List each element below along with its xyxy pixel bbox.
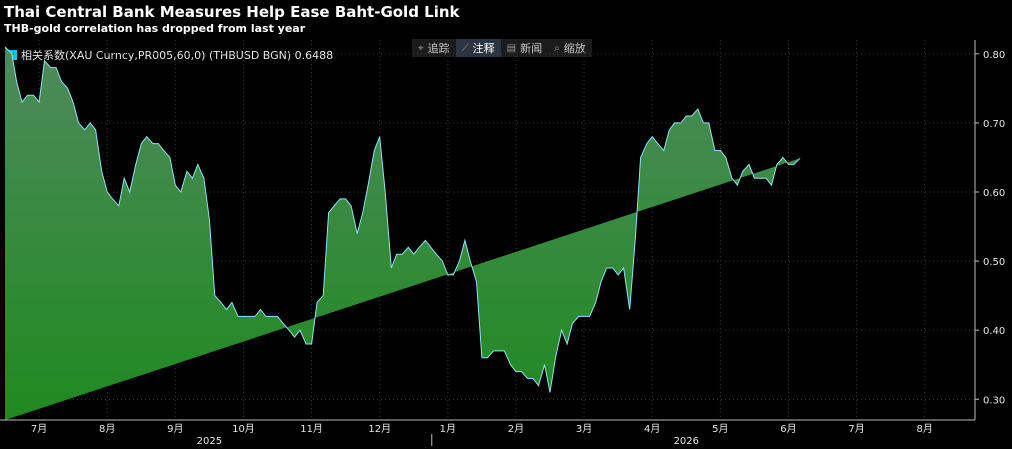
x-tick-label: 1月: [440, 423, 456, 435]
x-tick-label: 10月: [232, 423, 255, 435]
x-tick-label: 7月: [848, 423, 864, 435]
x-tick-label: 9月: [167, 423, 183, 435]
correlation-area-fill: [5, 46, 801, 421]
x-tick-label: 6月: [780, 423, 796, 435]
x-year-label: 2025: [197, 436, 222, 447]
y-tick-label: 0.70: [983, 119, 1005, 130]
x-tick-label: 2月: [508, 423, 524, 435]
y-tick-label: 0.80: [983, 50, 1005, 61]
x-year-label: 2026: [674, 436, 699, 447]
x-tick-label: 7月: [31, 423, 47, 435]
x-tick-label: 3月: [576, 423, 592, 435]
x-tick-label: 5月: [712, 423, 728, 435]
y-tick-label: 0.40: [983, 326, 1005, 337]
y-tick-label: 0.60: [983, 188, 1005, 199]
x-tick-label: 8月: [99, 423, 115, 435]
correlation-area-chart: 0.30 0.40 0.50 0.60 0.70 0.80 7月 8月 9月 10月 11月 12月 1…: [0, 40, 1005, 447]
x-tick-label: 8月: [917, 423, 933, 435]
y-tick-label: 0.50: [983, 257, 1005, 268]
x-tick-label: 11月: [300, 423, 323, 435]
x-tick-label: 12月: [368, 423, 391, 435]
x-tick-label: 4月: [644, 423, 660, 435]
area-layer: [4, 46, 801, 421]
y-tick-label: 0.30: [983, 395, 1005, 406]
